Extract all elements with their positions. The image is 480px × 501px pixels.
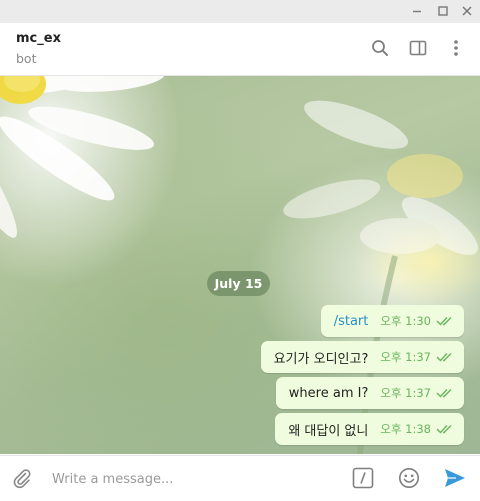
message-text: 요기가 오디인고? [273,351,369,367]
maximize-icon[interactable] [432,2,454,20]
message-input[interactable] [50,464,344,494]
message-bubble[interactable]: /start 오후 1:30 [320,305,464,337]
message-time: 오후 1:37 [380,386,431,400]
search-icon[interactable] [368,36,392,60]
minimize-icon[interactable] [406,2,428,20]
double-check-icon [436,353,452,362]
message-composer [0,455,480,501]
double-check-icon [436,317,452,326]
message-time: 오후 1:37 [380,350,431,364]
message-text: where am I? [288,385,369,401]
chat-title[interactable]: mc_ex [16,31,61,46]
double-check-icon [436,425,452,434]
more-vertical-icon[interactable] [444,36,468,60]
bot-command-icon[interactable] [351,466,375,490]
sidebar-toggle-icon[interactable] [406,36,430,60]
message-time: 오후 1:30 [380,314,431,328]
message-bubble[interactable]: 요기가 오디인고? 오후 1:37 [260,341,464,373]
message-bubble[interactable]: 왜 대답이 없니 오후 1:38 [275,413,464,445]
date-separator: July 15 [207,271,270,296]
chat-header: mc_ex bot [0,23,480,76]
attach-icon[interactable] [10,466,34,490]
message-bubble[interactable]: where am I? 오후 1:37 [275,377,464,409]
emoji-icon[interactable] [397,466,421,490]
message-text: 왜 대답이 없니 [288,423,369,439]
window-titlebar [0,0,480,24]
double-check-icon [436,389,452,398]
chat-status: bot [16,51,37,66]
message-time: 오후 1:38 [380,422,431,436]
chat-history[interactable]: July 15 /start 오후 1:30 요기가 오디인고? 오후 1:37… [0,76,480,454]
bot-command-link[interactable]: /start [334,314,369,329]
close-icon[interactable] [456,2,478,20]
send-icon[interactable] [443,466,467,490]
